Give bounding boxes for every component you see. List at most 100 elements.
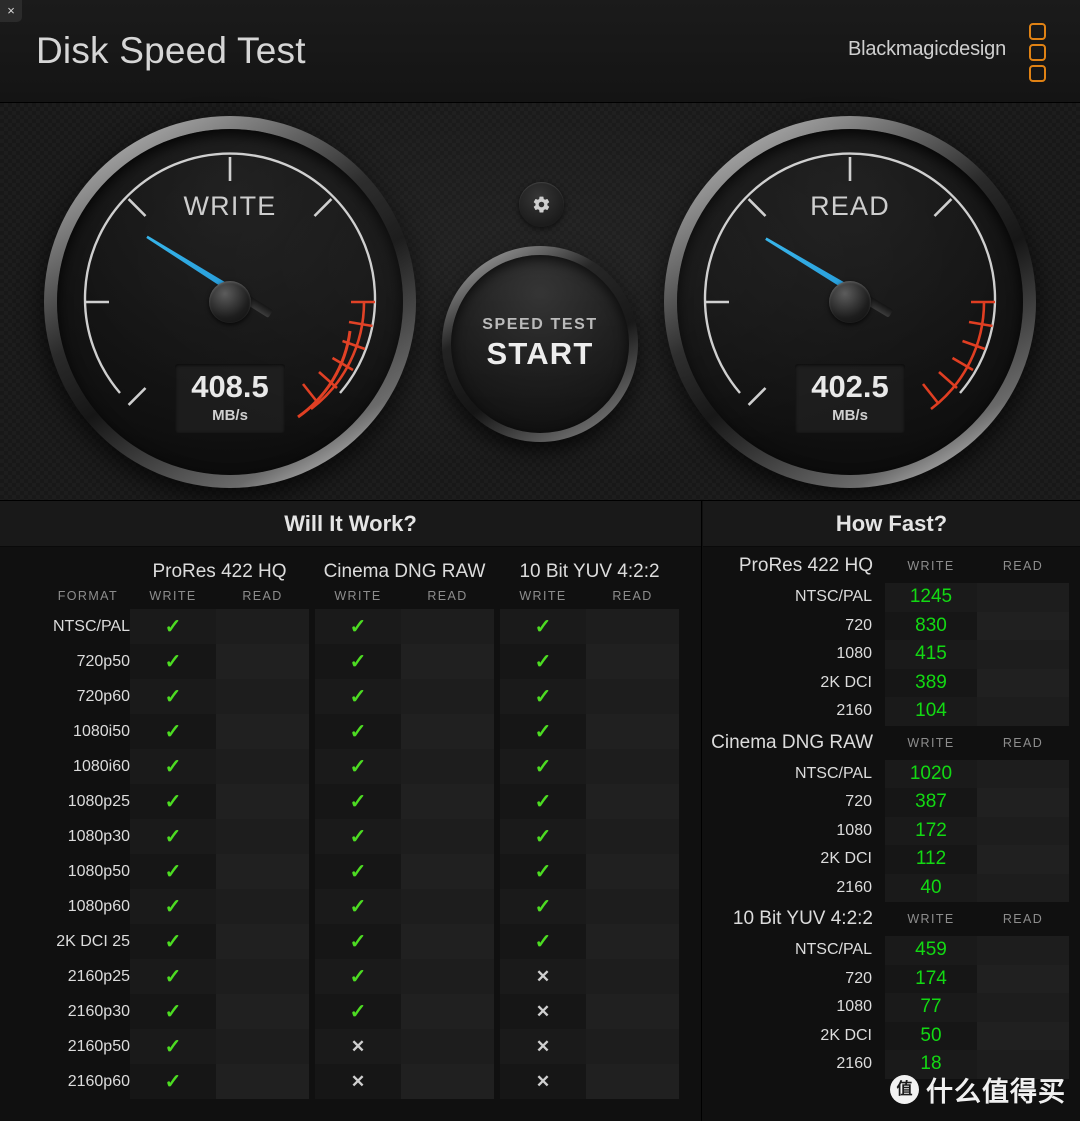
- status-cell: ✓: [130, 714, 216, 749]
- status-cell: [586, 889, 679, 924]
- status-cell: ✓: [315, 819, 401, 854]
- table-row: 720p50 ✓ ✓ ✓: [0, 644, 707, 679]
- settings-button[interactable]: [519, 182, 564, 227]
- status-cell: [586, 1064, 679, 1099]
- check-icon: ✓: [534, 686, 552, 708]
- speed-format-label: 2K DCI: [820, 673, 872, 691]
- sub-header-read-0: READ: [242, 589, 283, 603]
- status-cell: ✓: [315, 784, 401, 819]
- read-value: 402.5: [811, 369, 889, 404]
- table-row: 2160p50 ✓ ✕ ✕: [0, 1029, 707, 1064]
- status-cell: [401, 959, 494, 994]
- gear-icon: [533, 196, 550, 213]
- status-cell: ✓: [500, 609, 586, 644]
- format-label: 2160p30: [67, 1002, 130, 1020]
- check-icon: ✓: [534, 896, 552, 918]
- status-cell: ✓: [500, 854, 586, 889]
- compatibility-table-body: NTSC/PAL ✓ ✓ ✓ 720p50 ✓ ✓ ✓ 720p60 ✓ ✓ ✓ 1080i50 ✓ ✓ ✓ 1…: [0, 609, 707, 1099]
- status-cell: ✕: [500, 1029, 586, 1064]
- write-gauge-hub: [209, 281, 251, 323]
- check-icon: ✓: [164, 826, 182, 848]
- status-cell: ✓: [315, 609, 401, 644]
- status-cell: ✕: [315, 1029, 401, 1064]
- status-cell: ✓: [130, 854, 216, 889]
- speed-row: 1080 172: [703, 816, 1080, 845]
- status-cell: [401, 714, 494, 749]
- table-row: 2160p60 ✓ ✕ ✕: [0, 1064, 707, 1099]
- table-row: 1080p60 ✓ ✓ ✓: [0, 889, 707, 924]
- check-icon: ✓: [534, 791, 552, 813]
- check-icon: ✓: [534, 651, 552, 673]
- speed-test-start-button[interactable]: SPEED TEST START: [442, 246, 638, 442]
- status-cell: [216, 1064, 309, 1099]
- speed-format-label: 720: [845, 793, 872, 811]
- status-cell: [216, 994, 309, 1029]
- status-cell: [216, 679, 309, 714]
- check-icon: ✓: [534, 756, 552, 778]
- how-fast-title: How Fast?: [703, 501, 1080, 547]
- speed-subheader-write: WRITE: [907, 559, 955, 573]
- speed-subheader-read: READ: [1002, 912, 1044, 926]
- status-cell: ✓: [130, 819, 216, 854]
- format-label: 720p50: [76, 652, 130, 670]
- speed-read-value: [977, 845, 1069, 874]
- write-gauge-label: WRITE: [183, 191, 277, 221]
- check-icon: ✓: [164, 861, 182, 883]
- gauge-panel: WRITE 408.5 MB/s READ 402.5 MB/s SPEED T…: [0, 103, 1080, 501]
- status-cell: [401, 819, 494, 854]
- speed-read-value: [977, 816, 1069, 845]
- speed-subheader-write: WRITE: [907, 735, 955, 750]
- status-cell: [216, 924, 309, 959]
- check-icon: ✓: [164, 791, 182, 813]
- status-cell: ✓: [315, 959, 401, 994]
- status-cell: ✓: [130, 994, 216, 1029]
- speed-row: 1080 77: [703, 993, 1080, 1022]
- speed-row: 2160 104: [703, 697, 1080, 726]
- speed-write-value: 389: [885, 668, 977, 697]
- check-icon: ✓: [164, 686, 182, 708]
- speed-subheader-read: READ: [1002, 559, 1044, 573]
- check-icon: ✓: [349, 686, 367, 708]
- status-cell: [401, 889, 494, 924]
- speed-row: NTSC/PAL 1245: [703, 583, 1080, 612]
- table-row: 1080p50 ✓ ✓ ✓: [0, 854, 707, 889]
- speed-read-value: [977, 788, 1069, 817]
- speed-read-value: [977, 640, 1069, 669]
- speed-write-value: 387: [885, 788, 977, 817]
- status-cell: ✓: [130, 679, 216, 714]
- sub-header-read-1: READ: [427, 589, 468, 603]
- close-window-button[interactable]: ×: [0, 0, 22, 22]
- status-cell: [586, 1029, 679, 1064]
- app-header: Disk Speed Test Blackmagicdesign: [0, 0, 1080, 103]
- status-cell: ✕: [315, 1064, 401, 1099]
- write-readout: 408.5 MB/s: [175, 364, 285, 433]
- format-column-header: FORMAT: [57, 589, 118, 603]
- speed-read-value: [977, 1050, 1069, 1079]
- status-cell: ✓: [315, 924, 401, 959]
- status-cell: [586, 714, 679, 749]
- status-cell: [216, 819, 309, 854]
- cross-icon: ✕: [535, 1071, 551, 1091]
- speed-table-body: ProRes 422 HQ WRITE READ NTSC/PAL 1245 720 830…: [703, 549, 1080, 1079]
- status-cell: [586, 644, 679, 679]
- speed-read-value: [977, 993, 1069, 1022]
- status-cell: [586, 749, 679, 784]
- status-cell: ✓: [130, 1064, 216, 1099]
- read-gauge-label: READ: [810, 191, 890, 221]
- check-icon: ✓: [349, 931, 367, 953]
- how-fast-panel: How Fast? ProRes 422 HQ WRITE READ NTSC/PAL…: [703, 501, 1080, 1121]
- sub-header-write-2: WRITE: [519, 589, 567, 603]
- check-icon: ✓: [534, 931, 552, 953]
- status-cell: ✓: [130, 959, 216, 994]
- status-cell: ✓: [130, 749, 216, 784]
- speed-group-header: 10 Bit YUV 4:2:2 WRITE READ: [703, 902, 1080, 936]
- check-icon: ✓: [349, 826, 367, 848]
- compatibility-table: ProRes 422 HQ Cinema DNG RAW 10 Bit YUV …: [0, 547, 707, 1099]
- table-row: 1080i60 ✓ ✓ ✓: [0, 749, 707, 784]
- status-cell: ✓: [500, 679, 586, 714]
- speed-row: 2160 40: [703, 873, 1080, 902]
- status-cell: [586, 924, 679, 959]
- compatibility-table-head: ProRes 422 HQ Cinema DNG RAW 10 Bit YUV …: [0, 547, 707, 609]
- check-icon: ✓: [349, 896, 367, 918]
- read-gauge-hub: [829, 281, 871, 323]
